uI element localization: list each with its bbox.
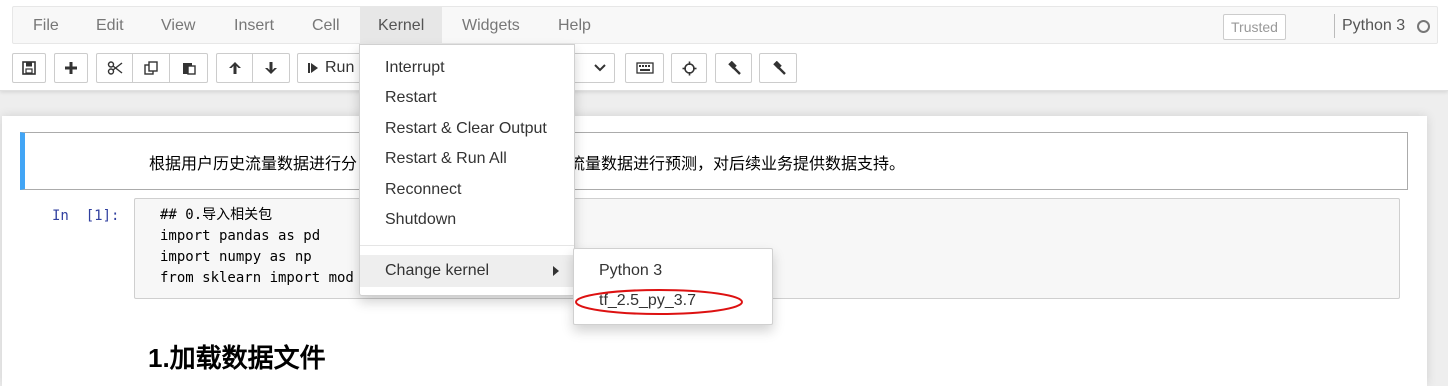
trusted-indicator[interactable]: Trusted [1223,14,1286,40]
menu-item-shutdown[interactable]: Shutdown [385,211,456,229]
menu-kernel[interactable]: Kernel [360,7,443,44]
crosshairs-icon [682,61,696,75]
code-line: ## 0.导入相关包 [160,207,273,223]
section-heading: 1.加载数据文件 [148,343,326,373]
code-line: from sklearn import mod [160,270,354,286]
kernel-idle-indicator-icon [1417,20,1430,33]
menu-insert[interactable]: Insert [216,7,292,44]
change-kernel-label: Change kernel [385,262,490,279]
copy-button[interactable] [133,53,170,83]
menu-item-reconnect[interactable]: Reconnect [385,181,462,199]
copy-icon [144,61,158,75]
step-forward-icon [308,63,318,73]
paste-button[interactable] [170,53,208,83]
highlight-ellipse [575,289,743,315]
code-line: import numpy as np [160,249,312,265]
menu-divider [360,245,574,246]
code-editor[interactable]: ## 0.导入相关包 import pandas as pd import nump… [160,205,354,289]
input-prompt: In [1]: [52,208,120,224]
menu-item-change-kernel[interactable]: Change kernel [360,255,574,287]
paste-icon [182,63,196,75]
extension-button-1[interactable] [715,53,752,83]
save-button[interactable] [12,53,46,83]
cut-icon [107,61,122,75]
save-icon [22,61,36,75]
keyboard-icon [635,62,654,74]
gavel-icon [728,60,741,75]
chevron-down-icon [594,64,606,72]
gavel-icon [772,60,786,75]
arrow-up-icon [228,62,241,74]
notebook-header: File Edit View Insert Cell Kernel Widget… [0,0,1448,91]
cut-button[interactable] [96,53,133,83]
extension-button-2[interactable] [759,53,797,83]
notebook-area: 根据用户历史流量数据进行分 流量数据进行预测，对后续业务提供数据支持。 In [1… [0,100,1448,386]
plus-icon [65,62,77,74]
menu-file[interactable]: File [15,7,77,44]
move-down-button[interactable] [253,53,290,83]
command-palette-button[interactable] [625,53,664,83]
insert-cell-button[interactable] [54,53,88,83]
kernel-name[interactable]: Python 3 [1342,7,1405,44]
run-button[interactable]: Run [297,53,363,83]
code-line: import pandas as pd [160,228,321,244]
menu-item-interrupt[interactable]: Interrupt [385,59,445,77]
menubar: File Edit View Insert Cell Kernel Widget… [12,6,1438,44]
menu-item-restart[interactable]: Restart [385,89,437,107]
run-label: Run [325,59,355,76]
menu-widgets[interactable]: Widgets [444,7,538,44]
submenu-item-python3[interactable]: Python 3 [599,262,662,280]
kernel-dropdown-menu: Interrupt Restart Restart & Clear Output… [359,44,575,296]
menu-view[interactable]: View [143,7,213,44]
move-up-button[interactable] [216,53,253,83]
menu-item-restart-clear-output[interactable]: Restart & Clear Output [385,120,547,138]
locate-button[interactable] [671,53,707,83]
menu-cell[interactable]: Cell [294,7,358,44]
markdown-cell[interactable]: 根据用户历史流量数据进行分 流量数据进行预测，对后续业务提供数据支持。 [20,132,1408,190]
kernel-separator [1334,14,1335,38]
arrow-down-icon [265,62,277,74]
caret-right-icon [553,266,559,276]
menu-item-restart-run-all[interactable]: Restart & Run All [385,150,507,168]
menu-help[interactable]: Help [540,7,609,44]
menu-edit[interactable]: Edit [78,7,142,44]
